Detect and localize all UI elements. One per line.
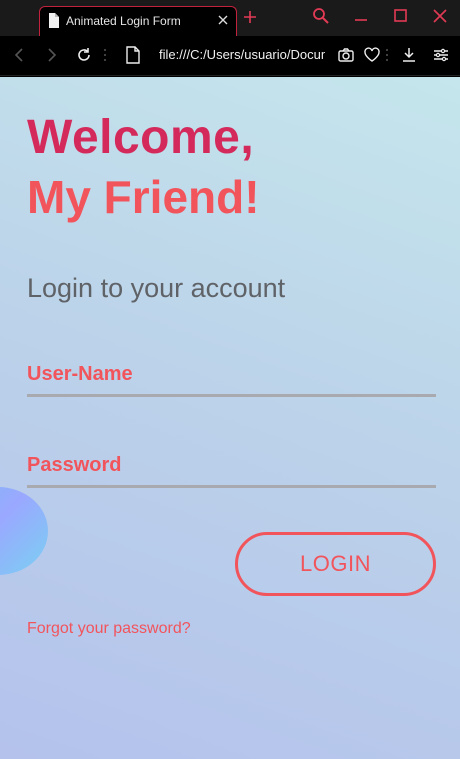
password-input[interactable]: [27, 458, 436, 488]
active-tab[interactable]: Animated Login Form: [39, 6, 237, 36]
login-button[interactable]: LOGIN: [235, 532, 436, 596]
separator-dots-icon: [103, 48, 107, 67]
close-window-icon[interactable]: [431, 7, 449, 30]
decorative-circle: [0, 487, 48, 575]
title-bar: Animated Login Form: [0, 0, 460, 36]
back-icon[interactable]: [11, 46, 29, 69]
tab-title: Animated Login Form: [66, 14, 181, 28]
username-input[interactable]: [27, 367, 436, 397]
login-subtitle: Login to your account: [27, 273, 286, 303]
maximize-icon[interactable]: [392, 7, 410, 30]
new-tab-icon[interactable]: [243, 10, 257, 29]
address-bar: file:///C:/Users/usuario/Documents: [0, 36, 460, 76]
separator-dots-icon: [385, 48, 389, 67]
minimize-icon[interactable]: [352, 7, 370, 30]
forgot-password-link[interactable]: Forgot your password?: [27, 620, 191, 638]
heart-icon[interactable]: [363, 46, 381, 69]
forward-icon[interactable]: [42, 46, 60, 69]
reload-icon[interactable]: [75, 46, 93, 69]
friend-heading: My Friend!: [27, 171, 260, 223]
welcome-heading: Welcome,: [27, 111, 255, 164]
search-icon[interactable]: [312, 7, 330, 30]
page-info-icon[interactable]: [125, 46, 141, 69]
download-icon[interactable]: [400, 46, 418, 69]
document-icon: [48, 13, 60, 33]
camera-icon[interactable]: [337, 46, 355, 69]
url-field[interactable]: file:///C:/Users/usuario/Documents: [159, 47, 325, 62]
login-page: Welcome, My Friend! Login to your accoun…: [0, 77, 460, 759]
settings-sliders-icon[interactable]: [432, 46, 450, 69]
close-tab-icon[interactable]: [216, 13, 230, 32]
